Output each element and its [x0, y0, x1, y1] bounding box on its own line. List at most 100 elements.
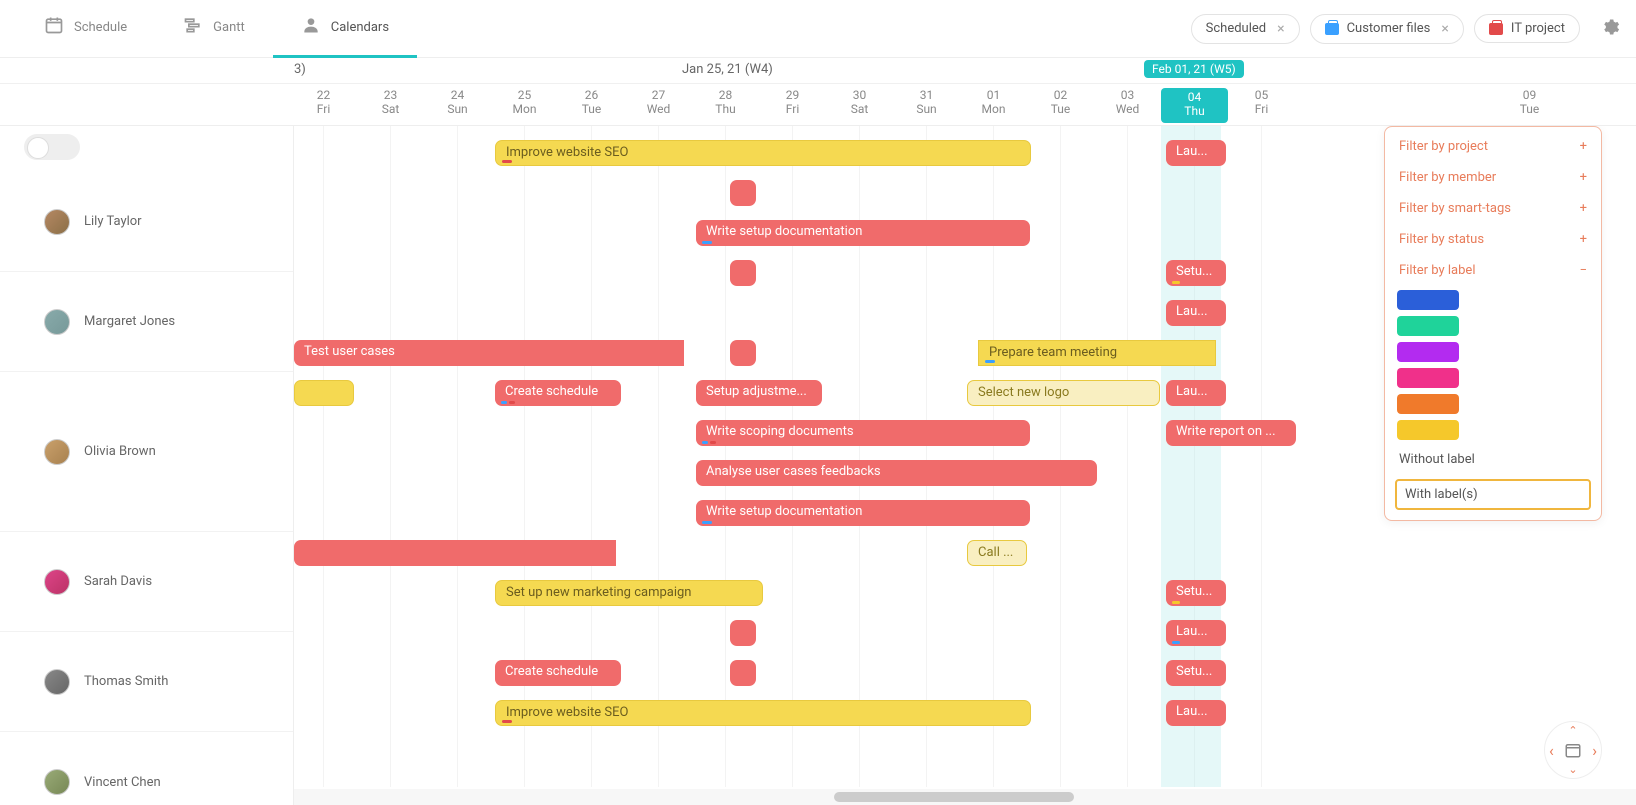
horizontal-scrollbar[interactable] — [294, 789, 1636, 805]
color-swatch[interactable] — [1397, 394, 1459, 414]
day-column: 24Sun — [424, 88, 491, 117]
chip-label: IT project — [1511, 21, 1565, 36]
task-square[interactable] — [730, 260, 756, 286]
task-square[interactable] — [730, 340, 756, 366]
person-name: Lily Taylor — [84, 214, 142, 229]
chevron-right-icon[interactable]: › — [1592, 741, 1597, 760]
color-swatch[interactable] — [1397, 316, 1459, 336]
color-swatch[interactable] — [1397, 420, 1459, 440]
avatar — [44, 209, 70, 235]
filter-by-member[interactable]: Filter by member+ — [1385, 162, 1601, 193]
chip-label: Scheduled — [1206, 21, 1266, 36]
color-swatch[interactable] — [1397, 342, 1459, 362]
week-label: Jan 25, 21 (W4) — [682, 62, 773, 77]
gantt-icon — [183, 15, 203, 39]
task-bar[interactable]: Analyse user cases feedbacks — [696, 460, 1097, 486]
task-bar[interactable]: Write setup documentation — [696, 500, 1030, 526]
filter-by-label[interactable]: Filter by label− — [1385, 255, 1601, 286]
task-bar[interactable]: Lau... — [1166, 620, 1226, 646]
day-column: 28Thu — [692, 88, 759, 117]
person-row[interactable]: Lily Taylor — [0, 172, 293, 272]
toggle-switch[interactable] — [24, 134, 80, 160]
task-square[interactable] — [730, 660, 756, 686]
filter-by-status[interactable]: Filter by status+ — [1385, 224, 1601, 255]
label-swatches — [1385, 286, 1601, 444]
task-bar[interactable] — [294, 380, 354, 406]
task-bar[interactable]: Select new logo — [967, 380, 1160, 406]
scrollbar-thumb[interactable] — [834, 792, 1074, 802]
person-row[interactable]: Olivia Brown — [0, 372, 293, 532]
task-bar[interactable] — [294, 540, 616, 566]
chevron-up-icon[interactable]: ⌃ — [1568, 724, 1577, 737]
chip-it-project[interactable]: IT project — [1474, 14, 1580, 43]
person-row[interactable]: Thomas Smith — [0, 632, 293, 732]
task-bar[interactable]: Write scoping documents — [696, 420, 1030, 446]
filter-by-tags[interactable]: Filter by smart-tags+ — [1385, 193, 1601, 224]
close-icon[interactable]: × — [1441, 21, 1448, 37]
day-column: 01Mon — [960, 88, 1027, 117]
task-bar[interactable]: Setu... — [1166, 260, 1226, 286]
with-label-option[interactable]: With label(s) — [1395, 479, 1591, 510]
avatar — [44, 569, 70, 595]
person-row[interactable]: Margaret Jones — [0, 272, 293, 372]
person-icon — [301, 15, 321, 39]
tab-schedule[interactable]: Schedule — [16, 0, 155, 58]
settings-button[interactable] — [1600, 17, 1620, 41]
person-name: Sarah Davis — [84, 574, 152, 589]
tab-gantt[interactable]: Gantt — [155, 0, 273, 58]
minus-icon: − — [1580, 263, 1587, 278]
plus-icon: + — [1580, 201, 1587, 216]
chip-customer-files[interactable]: Customer files × — [1310, 14, 1464, 44]
topbar: Schedule Gantt Calendars Scheduled × Cus… — [0, 0, 1636, 58]
day-column: 29Fri — [759, 88, 826, 117]
person-row[interactable]: Sarah Davis — [0, 532, 293, 632]
tab-schedule-label: Schedule — [74, 20, 127, 35]
task-bar[interactable]: Prepare team meeting — [978, 340, 1216, 366]
task-bar[interactable]: Test user cases — [294, 340, 684, 366]
day-column: 04Thu — [1161, 88, 1228, 123]
color-swatch[interactable] — [1397, 290, 1459, 310]
plus-icon: + — [1580, 139, 1587, 154]
day-column: 22Fri — [290, 88, 357, 117]
task-bar[interactable]: Create schedule — [495, 380, 621, 406]
nav-tabs: Schedule Gantt Calendars — [16, 0, 417, 58]
task-bar[interactable]: Setu... — [1166, 580, 1226, 606]
task-bar[interactable]: Lau... — [1166, 300, 1226, 326]
chevron-down-icon[interactable]: ⌄ — [1568, 763, 1577, 776]
task-bar[interactable]: Improve website SEO — [495, 700, 1031, 726]
task-bar[interactable]: Write setup documentation — [696, 220, 1030, 246]
task-bar[interactable]: Lau... — [1166, 380, 1226, 406]
task-bar[interactable]: Lau... — [1166, 140, 1226, 166]
avatar — [44, 439, 70, 465]
task-bar[interactable]: Write report on ... — [1166, 420, 1296, 446]
task-bar[interactable]: Improve website SEO — [495, 140, 1031, 166]
week-current: Feb 01, 21 (W5) — [1144, 60, 1244, 78]
person-name: Margaret Jones — [84, 314, 175, 329]
date-nav-widget[interactable]: ‹ › ⌃ ⌄ — [1544, 721, 1602, 779]
task-bar[interactable]: Lau... — [1166, 700, 1226, 726]
day-column: 25Mon — [491, 88, 558, 117]
tab-calendars-label: Calendars — [331, 20, 389, 35]
day-column: 03Wed — [1094, 88, 1161, 117]
filter-by-project[interactable]: Filter by project+ — [1385, 131, 1601, 162]
task-bar[interactable]: Setu... — [1166, 660, 1226, 686]
task-square[interactable] — [730, 180, 756, 206]
person-row[interactable]: Vincent Chen — [0, 732, 293, 805]
color-swatch[interactable] — [1397, 368, 1459, 388]
day-column: 30Sat — [826, 88, 893, 117]
chip-scheduled[interactable]: Scheduled × — [1191, 14, 1300, 44]
close-icon[interactable]: × — [1277, 21, 1284, 37]
chevron-left-icon[interactable]: ‹ — [1549, 741, 1554, 760]
tab-calendars[interactable]: Calendars — [273, 0, 417, 58]
avatar — [44, 669, 70, 695]
day-column: 31Sun — [893, 88, 960, 117]
briefcase-icon — [1325, 23, 1339, 35]
task-bar[interactable]: Create schedule — [495, 660, 621, 686]
task-square[interactable] — [730, 620, 756, 646]
task-bar[interactable]: Set up new marketing campaign — [495, 580, 763, 606]
day-column: 27Wed — [625, 88, 692, 117]
without-label-option[interactable]: Without label — [1385, 444, 1601, 475]
task-bar[interactable]: Setup adjustme... — [696, 380, 822, 406]
main-area: Lily Taylor Margaret Jones Olivia Brown … — [0, 126, 1636, 805]
task-bar[interactable]: Call ... — [967, 540, 1027, 566]
